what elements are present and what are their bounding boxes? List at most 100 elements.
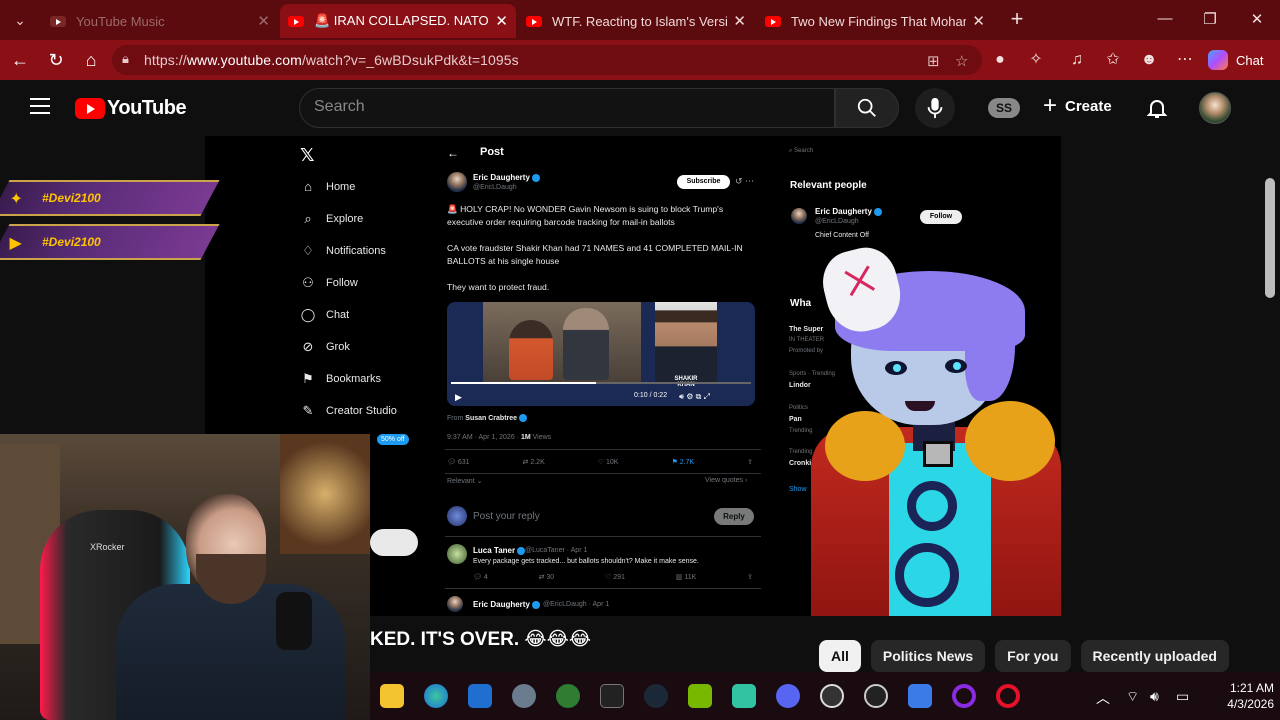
nav-label: Explore xyxy=(326,213,364,225)
windows-taskbar: ︿ ⌔ 🔊︎ ▭ 1:21 AM 4/3/2026 xyxy=(370,672,1280,720)
settings-icon[interactable] xyxy=(512,684,536,708)
steam-icon[interactable] xyxy=(644,684,668,708)
lock-icon: 🔒︎ xyxy=(122,51,129,66)
streamlabs-icon[interactable] xyxy=(732,684,756,708)
circle-app-icon[interactable] xyxy=(952,684,976,708)
back-arrow-icon[interactable]: ← xyxy=(9,50,31,72)
melt-icon[interactable] xyxy=(908,684,932,708)
tab-title: Two New Findings That Mohamm xyxy=(791,13,967,29)
new-tab-button[interactable]: + xyxy=(1005,8,1029,32)
profile-avatar-icon[interactable]: ☻ xyxy=(1138,49,1160,71)
youtube-favicon-icon xyxy=(50,15,66,27)
reply-views: ▥ 11K xyxy=(675,574,697,581)
nvidia-icon[interactable] xyxy=(688,684,712,708)
nav-label: Grok xyxy=(326,341,350,353)
wifi-icon[interactable]: ⌔ xyxy=(1126,688,1139,706)
epic-games-icon[interactable] xyxy=(600,684,624,708)
restore-icon[interactable]: ❐ xyxy=(1200,10,1220,28)
minimize-icon[interactable]: — xyxy=(1155,10,1175,27)
more-menu-icon[interactable]: ⋯ xyxy=(1174,49,1196,71)
back-arrow-icon: ← xyxy=(447,146,459,160)
file-explorer-icon[interactable] xyxy=(380,684,404,708)
battery-icon[interactable]: ▭ xyxy=(1176,688,1189,705)
edge-icon[interactable] xyxy=(424,684,448,708)
speech-bubble xyxy=(370,529,418,556)
tab-findings-video[interactable]: Two New Findings That Mohamm ✕ xyxy=(757,4,993,38)
refresh-icon[interactable]: ↻ xyxy=(45,50,67,72)
play-icon: ▶ xyxy=(455,392,462,402)
post-video: SHAKIR KHAN ▶ 0:10 / 0:22 🔊︎ ⚙︎ ⧉ ⤢ xyxy=(447,302,755,406)
notifications-bell-icon[interactable] xyxy=(1145,96,1169,120)
system-clock[interactable]: 1:21 AM 4/3/2026 xyxy=(1212,680,1274,712)
notifications-icon: ♢ xyxy=(302,243,314,258)
chip-politics-news[interactable]: Politics News xyxy=(870,640,986,672)
author-name: Eric Daugherty xyxy=(473,173,540,182)
chip-recently-uploaded[interactable]: Recently uploaded xyxy=(1080,640,1229,672)
favorite-star-icon[interactable]: ☆ xyxy=(955,52,968,70)
avatar-collar-buckle xyxy=(923,441,953,467)
tab-actions-menu[interactable]: ⌄ xyxy=(6,7,34,33)
chat-label: Chat xyxy=(1236,52,1264,68)
close-tab-icon[interactable]: ✕ xyxy=(733,12,746,30)
chevron-down-icon: ⌄ xyxy=(14,11,26,28)
clock-time: 1:21 AM xyxy=(1229,681,1274,695)
creator-studio-icon: ✎ xyxy=(302,403,314,418)
chip-all[interactable]: All xyxy=(819,640,861,672)
close-window-icon[interactable]: ✕ xyxy=(1247,10,1267,28)
streamer xyxy=(116,474,346,720)
copilot-icon xyxy=(1208,50,1228,70)
hamburger-menu-icon[interactable] xyxy=(30,98,50,114)
page-scrollbar[interactable] xyxy=(1265,178,1275,298)
verified-badge-icon xyxy=(519,414,528,422)
copilot-chat-button[interactable]: Chat xyxy=(1208,47,1263,73)
search-input[interactable] xyxy=(314,98,814,116)
tab-reacting-video[interactable]: WTF. Reacting to Islam's Version o ✕ xyxy=(518,4,754,38)
chip-for-you[interactable]: For you xyxy=(995,640,1071,672)
youtube-wordmark: YouTube xyxy=(107,97,187,119)
tab-active-video[interactable]: 🚨 IRAN COLLAPSED. NATO IS F* ✕ xyxy=(280,4,516,38)
verified-badge-icon xyxy=(517,546,526,555)
speedometer-icon[interactable] xyxy=(864,684,888,708)
opera-icon[interactable] xyxy=(996,684,1020,708)
discord-icon[interactable] xyxy=(776,684,800,708)
handheld-microphone xyxy=(276,592,312,650)
from-prefix: From xyxy=(447,414,464,422)
tab-title: YouTube Music xyxy=(76,13,165,29)
account-switch-badge[interactable]: SS xyxy=(988,98,1020,118)
youtube-favicon-icon xyxy=(288,15,304,27)
relevant-people-title: Relevant people xyxy=(790,180,867,191)
close-tab-icon[interactable]: ✕ xyxy=(495,12,508,30)
close-tab-icon[interactable]: ✕ xyxy=(257,12,270,30)
xbox-icon[interactable] xyxy=(556,684,580,708)
url-path: /watch?v=_6wBDsukPdk&t=1095s xyxy=(301,52,519,68)
volume-icon[interactable]: 🔊︎ xyxy=(1150,688,1159,705)
tab-title: 🚨 IRAN COLLAPSED. NATO IS F* xyxy=(314,13,489,28)
obs-icon[interactable] xyxy=(820,684,844,708)
outlook-icon[interactable] xyxy=(468,684,492,708)
url-text[interactable]: https://www.youtube.com/watch?v=_6wBDsuk… xyxy=(144,52,519,68)
close-tab-icon[interactable]: ✕ xyxy=(972,12,985,30)
post-actions: 💬︎ 631 ⇄ 2.2K ♡ 10K ⚑ 2.7K ⇪ xyxy=(447,458,753,466)
favorites-icon[interactable]: ✩ xyxy=(1102,49,1124,71)
post-timestamp: 9:37 AM · Apr 1, 2026 · xyxy=(447,434,519,441)
extensions-puzzle-icon[interactable]: ✧ xyxy=(1025,49,1047,71)
view-quotes-link: View quotes › xyxy=(705,477,748,484)
browser-tab-strip: ⌄ YouTube Music ✕ 🚨 IRAN COLLAPSED. NATO… xyxy=(0,0,1280,40)
user-avatar[interactable] xyxy=(1199,92,1231,124)
clock-date: 4/3/2026 xyxy=(1227,697,1274,711)
create-button[interactable]: + Create xyxy=(1043,94,1112,118)
music-extension-icon[interactable]: ♫ xyxy=(1066,49,1088,71)
author-handle: @EricLDaugh xyxy=(473,184,517,191)
relevant-avatar xyxy=(791,208,807,224)
youtube-logo[interactable]: YouTube xyxy=(75,97,187,120)
app-available-icon[interactable]: ⊞ xyxy=(927,52,940,70)
extension-icon[interactable]: ● xyxy=(989,49,1011,71)
relevant-handle: @EricLDaugh xyxy=(815,218,859,225)
voice-search-button[interactable] xyxy=(915,88,955,128)
tray-chevron-up-icon[interactable]: ︿ xyxy=(1096,688,1110,708)
tab-youtube-music[interactable]: YouTube Music ✕ xyxy=(42,4,278,38)
search-button[interactable] xyxy=(835,88,899,128)
related-chips: All Politics News For you Recently uploa… xyxy=(819,640,1229,672)
home-icon[interactable]: ⌂ xyxy=(80,50,102,72)
address-bar[interactable]: 🔒︎ https://www.youtube.com/watch?v=_6wBD… xyxy=(112,45,982,75)
